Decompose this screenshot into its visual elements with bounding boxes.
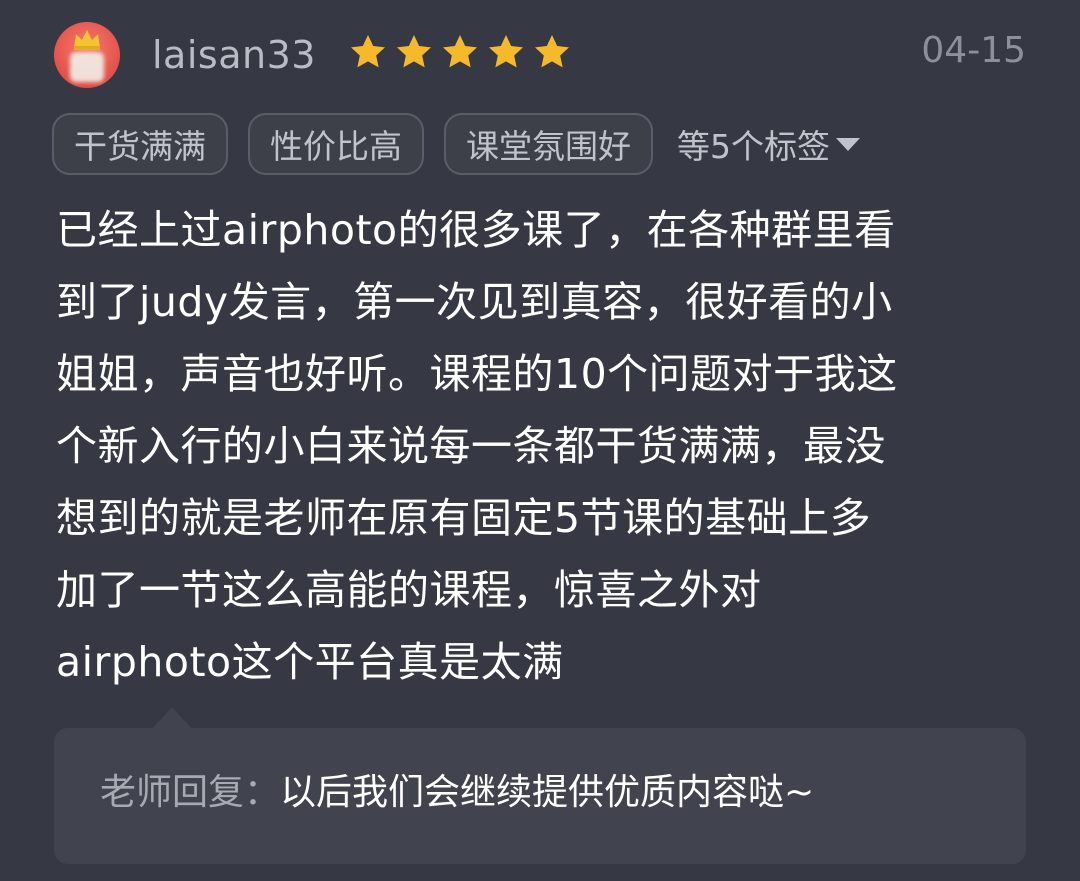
reply-label: 老师回复：	[100, 772, 281, 813]
tag-chip[interactable]: 课堂氛围好	[444, 113, 653, 175]
caret-down-icon	[836, 138, 860, 151]
teacher-reply: 老师回复：以后我们会继续提供优质内容哒~	[54, 728, 1026, 864]
review-text-line: 想到的就是老师在原有固定5节课的基础上多	[56, 494, 872, 542]
review-text-line: 加了一节这么高能的课程，惊喜之外对	[56, 566, 762, 614]
reply-content: 老师回复：以后我们会继续提供优质内容哒~	[100, 768, 814, 818]
avatar[interactable]	[54, 22, 120, 88]
star-rating	[348, 32, 572, 76]
reply-message: 以后我们会继续提供优质内容哒~	[280, 772, 815, 813]
crown-icon	[74, 30, 100, 50]
star-icon	[535, 35, 569, 68]
username[interactable]: laisan33	[152, 30, 316, 80]
review-text-line: 已经上过airphoto的很多课了，在各种群里看	[56, 206, 896, 254]
review-date: 04-15	[921, 30, 1026, 71]
tag-chip[interactable]: 干货满满	[52, 113, 228, 175]
star-icon	[443, 35, 477, 68]
star-icon	[351, 35, 385, 68]
tag-chip[interactable]: 性价比高	[248, 113, 424, 175]
tag-list: 干货满满 性价比高 课堂氛围好 等5个标签	[52, 113, 862, 175]
more-tags-label: 等5个标签	[677, 127, 830, 166]
avatar-face	[70, 52, 104, 82]
review-text-line: 个新入行的小白来说每一条都干货满满，最没	[56, 422, 886, 470]
star-icon	[489, 35, 523, 68]
review-text-line: 到了judy发言，第一次见到真容，很好看的小	[56, 278, 893, 326]
review-text-line: 姐姐，声音也好听。课程的10个问题对于我这	[56, 350, 898, 398]
review-card: laisan33 04-15 干货满满 性价比高 课堂氛围好 等5个标签 已经上…	[0, 0, 1080, 881]
star-icon	[397, 35, 431, 68]
reply-pointer	[152, 707, 192, 729]
review-text-line: airphoto这个平台真是太满	[56, 638, 564, 686]
more-tags-toggle[interactable]: 等5个标签	[677, 120, 862, 168]
review-text: 已经上过airphoto的很多课了，在各种群里看 到了judy发言，第一次见到真…	[56, 194, 1036, 698]
